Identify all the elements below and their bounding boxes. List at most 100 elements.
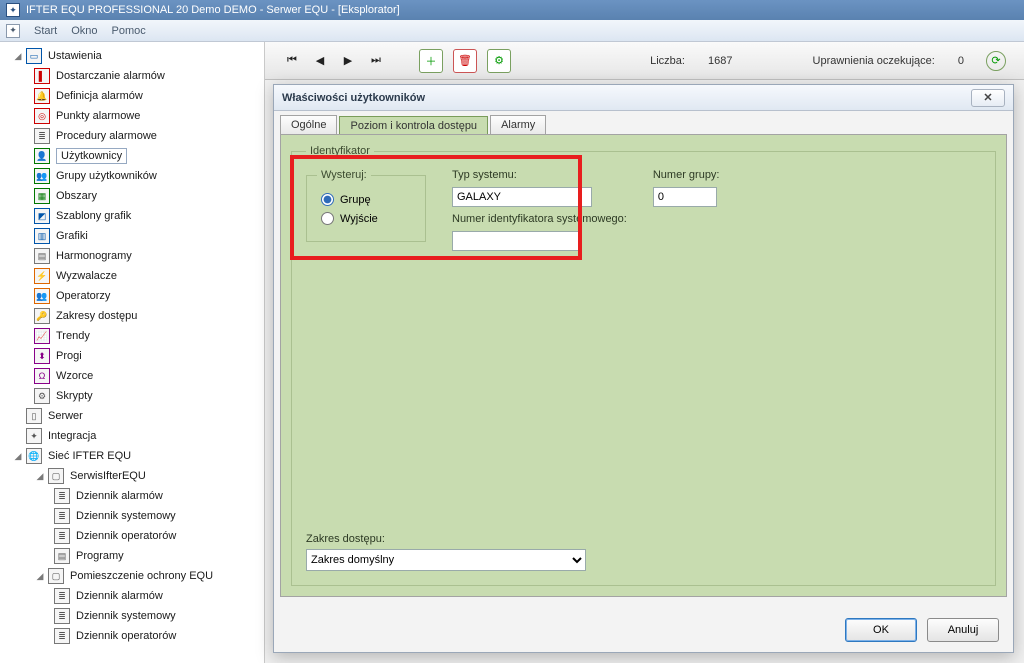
host-icon: ▢ <box>48 468 64 484</box>
alarm-point-icon: ◎ <box>34 108 50 124</box>
window-titlebar: ✦ IFTER EQU PROFESSIONAL 20 Demo DEMO - … <box>0 0 1024 20</box>
log-icon: ≣ <box>54 628 70 644</box>
window-title: IFTER EQU PROFESSIONAL 20 Demo DEMO - Se… <box>26 4 400 16</box>
tree-item[interactable]: ▌Dostarczanie alarmów <box>0 66 264 86</box>
properties-title: Właściwości użytkowników <box>282 92 425 104</box>
tree-serwis[interactable]: ◢▢SerwisIfterEQU <box>0 466 264 486</box>
prev-record-button[interactable]: ◀ <box>311 52 329 70</box>
access-icon: 🔑 <box>34 308 50 324</box>
tree-item[interactable]: ≣Dziennik alarmów <box>0 586 264 606</box>
collapse-icon[interactable]: ◢ <box>34 470 46 482</box>
tab-poziom[interactable]: Poziom i kontrola dostępu <box>339 116 488 135</box>
tree-item[interactable]: ◩Szablony grafik <box>0 206 264 226</box>
group-icon: 👥 <box>34 168 50 184</box>
tree-item[interactable]: 👥Grupy użytkowników <box>0 166 264 186</box>
tree-item[interactable]: ≣Dziennik systemowy <box>0 506 264 526</box>
numer-id-input[interactable] <box>452 231 582 251</box>
radio-wyjscie-input[interactable] <box>321 212 334 225</box>
numer-id-label: Numer identyfikatora systemowego: <box>452 213 627 225</box>
script-icon: ⚙ <box>34 388 50 404</box>
refresh-button[interactable]: ⟳ <box>986 51 1006 71</box>
radio-grupe-label: Grupę <box>340 194 371 206</box>
tree-item[interactable]: ≣Dziennik operatorów <box>0 626 264 646</box>
ok-button[interactable]: OK <box>845 618 917 642</box>
tree-item[interactable]: ▦Obszary <box>0 186 264 206</box>
tree-item[interactable]: 📈Trendy <box>0 326 264 346</box>
app-icon: ✦ <box>6 3 20 17</box>
radio-grupe-input[interactable] <box>321 193 334 206</box>
tree-integracja[interactable]: ✦Integracja <box>0 426 264 446</box>
server-icon: ▯ <box>26 408 42 424</box>
tree-item[interactable]: ▤Harmonogramy <box>0 246 264 266</box>
typ-label: Typ systemu: <box>452 169 627 181</box>
numer-grupy-input[interactable] <box>653 187 717 207</box>
delete-button[interactable]: 🗑 <box>453 49 477 73</box>
tree-item[interactable]: 👥Operatorzy <box>0 286 264 306</box>
tree-siec[interactable]: ◢🌐Sieć IFTER EQU <box>0 446 264 466</box>
sidebar-tree[interactable]: ◢▭Ustawienia ▌Dostarczanie alarmów 🔔Defi… <box>0 42 265 663</box>
tree-serwer[interactable]: ▯Serwer <box>0 406 264 426</box>
tree-item[interactable]: ⚡Wyzwalacze <box>0 266 264 286</box>
pattern-icon: Ω <box>34 368 50 384</box>
add-button[interactable]: ＋ <box>419 49 443 73</box>
log-icon: ≣ <box>54 508 70 524</box>
tree-item[interactable]: ≣Dziennik systemowy <box>0 606 264 626</box>
programs-icon: ▤ <box>54 548 70 564</box>
zakres-label: Zakres dostępu: <box>306 533 586 545</box>
cancel-button[interactable]: Anuluj <box>927 618 999 642</box>
tree-item[interactable]: ≣Dziennik alarmów <box>0 486 264 506</box>
collapse-icon[interactable]: ◢ <box>34 570 46 582</box>
tree-item[interactable]: ≣Dziennik operatorów <box>0 526 264 546</box>
settings-button[interactable]: ⚙ <box>487 49 511 73</box>
first-record-button[interactable]: ⏮ <box>283 52 301 70</box>
identyfikator-legend: Identyfikator <box>306 145 374 157</box>
close-button[interactable]: ✕ <box>971 89 1005 107</box>
numer-grupy-label: Numer grupy: <box>653 169 720 181</box>
menu-pomoc[interactable]: Pomoc <box>112 25 146 37</box>
tree-item[interactable]: ▥Grafiki <box>0 226 264 246</box>
count-label: Liczba: <box>650 55 685 67</box>
properties-titlebar: Właściwości użytkowników ✕ <box>274 85 1013 111</box>
tree-item[interactable]: 🔔Definicja alarmów <box>0 86 264 106</box>
log-icon: ≣ <box>54 588 70 604</box>
tree-pomieszczenie[interactable]: ◢▢Pomieszczenie ochrony EQU <box>0 566 264 586</box>
next-record-button[interactable]: ▶ <box>339 52 357 70</box>
tree-item[interactable]: ≣Procedury alarmowe <box>0 126 264 146</box>
radio-wyjscie[interactable]: Wyjście <box>321 212 415 225</box>
settings-icon: ▭ <box>26 48 42 64</box>
tab-panel: Identyfikator Wysteruj: Grupę Wyjście <box>280 134 1007 597</box>
log-icon: ≣ <box>54 608 70 624</box>
last-record-button[interactable]: ⏭ <box>367 52 385 70</box>
menu-okno[interactable]: Okno <box>71 25 97 37</box>
collapse-icon[interactable]: ◢ <box>12 50 24 62</box>
host-icon: ▢ <box>48 568 64 584</box>
tree-item[interactable]: ⚙Skrypty <box>0 386 264 406</box>
graphics-icon: ▥ <box>34 228 50 244</box>
area-icon: ▦ <box>34 188 50 204</box>
radio-wyjscie-label: Wyjście <box>340 213 378 225</box>
trend-icon: 📈 <box>34 328 50 344</box>
tree-item[interactable]: ◎Punkty alarmowe <box>0 106 264 126</box>
properties-window: Właściwości użytkowników ✕ Ogólne Poziom… <box>273 84 1014 653</box>
tree-item[interactable]: ΩWzorce <box>0 366 264 386</box>
toolbar: ⏮ ◀ ▶ ⏭ ＋ 🗑 ⚙ Liczba: 1687 Uprawnienia o… <box>265 42 1024 80</box>
identyfikator-group: Identyfikator Wysteruj: Grupę Wyjście <box>291 145 996 586</box>
wysteruj-legend: Wysteruj: <box>317 169 371 181</box>
alarm-def-icon: 🔔 <box>34 88 50 104</box>
zakres-select[interactable]: Zakres domyślny <box>306 549 586 571</box>
tree-item[interactable]: ⬍Progi <box>0 346 264 366</box>
tree-item[interactable]: 🔑Zakresy dostępu <box>0 306 264 326</box>
typ-input[interactable] <box>452 187 592 207</box>
threshold-icon: ⬍ <box>34 348 50 364</box>
tabs: Ogólne Poziom i kontrola dostępu Alarmy <box>274 111 1013 134</box>
menu-icon: ✦ <box>6 24 20 38</box>
net-icon: 🌐 <box>26 448 42 464</box>
collapse-icon[interactable]: ◢ <box>12 450 24 462</box>
tab-ogolne[interactable]: Ogólne <box>280 115 337 134</box>
radio-grupe[interactable]: Grupę <box>321 193 415 206</box>
tab-alarmy[interactable]: Alarmy <box>490 115 546 134</box>
tree-item-users[interactable]: 👤Użytkownicy <box>0 146 264 166</box>
tree-item[interactable]: ▤Programy <box>0 546 264 566</box>
tree-ustawienia[interactable]: ◢▭Ustawienia <box>0 46 264 66</box>
menu-start[interactable]: Start <box>34 25 57 37</box>
